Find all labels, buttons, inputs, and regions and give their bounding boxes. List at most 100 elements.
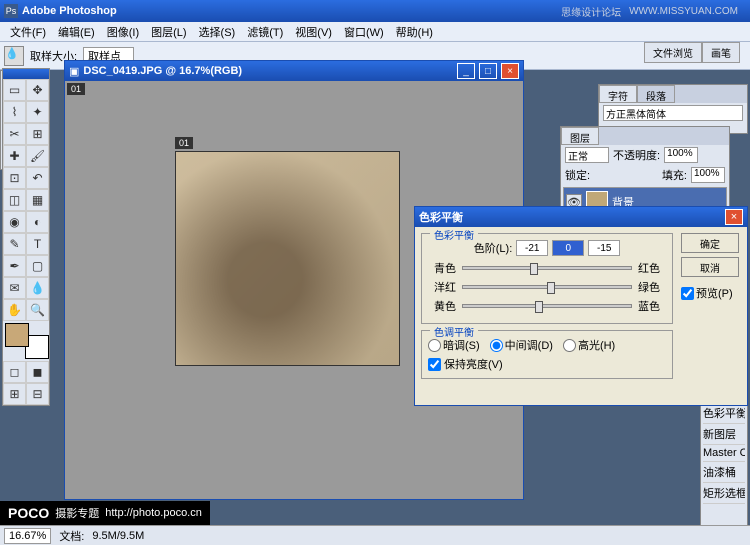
doc-tag-outer: 01: [67, 83, 85, 95]
font-select[interactable]: 方正黑体简体: [603, 105, 743, 121]
menu-view[interactable]: 视图(V): [289, 22, 338, 42]
levels-label: 色阶(L):: [474, 240, 513, 256]
foreground-color[interactable]: [5, 323, 29, 347]
tab-character[interactable]: 字符: [599, 85, 637, 103]
group2-legend: 色调平衡: [430, 324, 478, 339]
color-swatch[interactable]: [5, 323, 49, 359]
dodge-tool[interactable]: ◐: [26, 211, 49, 233]
cancel-button[interactable]: 取消: [681, 257, 739, 277]
menu-filter[interactable]: 滤镜(T): [241, 22, 289, 42]
menu-help[interactable]: 帮助(H): [390, 22, 439, 42]
preview-checkbox[interactable]: [681, 287, 694, 300]
toolbox: ▭ ✥ ⌇ ✦ ✂ ⊞ ✚ 🖌 ⊡ ↶ ◫ ▦ ◉ ◐ ✎ T ✒ ▢ ✉ 💧 …: [2, 68, 50, 406]
brush-tool[interactable]: 🖌: [26, 145, 49, 167]
slice-tool[interactable]: ⊞: [26, 123, 49, 145]
shape-tool[interactable]: ▢: [26, 255, 49, 277]
shadows-radio[interactable]: 暗调(S): [428, 337, 480, 353]
image-canvas[interactable]: [175, 151, 400, 366]
ok-button[interactable]: 确定: [681, 233, 739, 253]
zoom-tool[interactable]: 🔍: [26, 299, 49, 321]
color-balance-group: 色彩平衡 色阶(L): 青色 红色 洋红 绿色: [421, 233, 673, 324]
lock-label: 锁定:: [565, 167, 590, 183]
gradient-tool[interactable]: ▦: [26, 189, 49, 211]
maximize-button[interactable]: □: [479, 63, 497, 79]
menu-window[interactable]: 窗口(W): [338, 22, 390, 42]
option-tabs: 文件浏览 画笔: [644, 42, 740, 63]
eyedropper-icon: 💧: [4, 46, 24, 66]
menu-layer[interactable]: 图层(L): [145, 22, 192, 42]
minimize-button[interactable]: _: [457, 63, 475, 79]
stamp-tool[interactable]: ⊡: [3, 167, 26, 189]
app-icon: Ps: [4, 4, 18, 18]
midtones-radio[interactable]: 中间调(D): [490, 337, 553, 353]
preserve-label: 保持亮度(V): [444, 356, 503, 372]
history-brush-tool[interactable]: ↶: [26, 167, 49, 189]
standard-mode[interactable]: ◻: [3, 361, 26, 383]
notes-tool[interactable]: ✉: [3, 277, 26, 299]
level-3-input[interactable]: [588, 240, 620, 256]
dialog-close-button[interactable]: ×: [725, 209, 743, 225]
zoom-display[interactable]: 16.67%: [4, 528, 51, 544]
preserve-luminosity-checkbox[interactable]: [428, 358, 441, 371]
opacity-input[interactable]: 100%: [664, 147, 698, 163]
history-item[interactable]: 新图层: [703, 424, 745, 445]
cyan-red-slider[interactable]: [462, 266, 632, 270]
type-tool[interactable]: T: [26, 233, 49, 255]
magenta-green-slider[interactable]: [462, 285, 632, 289]
doc-tag-inner: 01: [175, 137, 193, 149]
history-item[interactable]: 油漆桶: [703, 462, 745, 483]
path-tool[interactable]: ✎: [3, 233, 26, 255]
watermark-url: WWW.MISSYUAN.COM: [629, 6, 738, 17]
eraser-tool[interactable]: ◫: [3, 189, 26, 211]
tab-brush[interactable]: 画笔: [702, 42, 740, 63]
menu-edit[interactable]: 编辑(E): [52, 22, 101, 42]
yellow-blue-slider[interactable]: [462, 304, 632, 308]
level-2-input[interactable]: [552, 240, 584, 256]
menubar: 文件(F) 编辑(E) 图像(I) 图层(L) 选择(S) 滤镜(T) 视图(V…: [0, 22, 750, 42]
cyan-label: 青色: [428, 260, 456, 276]
lasso-tool[interactable]: ⌇: [3, 101, 26, 123]
document-titlebar[interactable]: ▣ DSC_0419.JPG @ 16.7%(RGB) _ □ ×: [65, 61, 523, 81]
tab-file-browse[interactable]: 文件浏览: [644, 42, 702, 63]
group1-legend: 色彩平衡: [430, 227, 478, 242]
poco-url: http://photo.poco.cn: [105, 507, 202, 519]
menu-file[interactable]: 文件(F): [4, 22, 52, 42]
crop-tool[interactable]: ✂: [3, 123, 26, 145]
statusbar: 16.67% 文档: 9.5M/9.5M: [0, 525, 750, 545]
opacity-label: 不透明度:: [613, 147, 660, 163]
tone-balance-group: 色调平衡 暗调(S) 中间调(D) 高光(H) 保持亮度(V): [421, 330, 673, 379]
move-tool[interactable]: ✥: [26, 79, 49, 101]
heal-tool[interactable]: ✚: [3, 145, 26, 167]
toolbox-header[interactable]: [3, 69, 49, 79]
doc-size-value: 9.5M/9.5M: [92, 530, 144, 542]
quickmask-mode[interactable]: ◼: [26, 361, 49, 383]
dialog-titlebar[interactable]: 色彩平衡 ×: [415, 207, 747, 227]
eyedropper-tool[interactable]: 💧: [26, 277, 49, 299]
poco-watermark: POCO 摄影专题 http://photo.poco.cn: [0, 501, 210, 525]
blend-mode-select[interactable]: 正常: [565, 147, 609, 163]
color-balance-dialog: 色彩平衡 × 色彩平衡 色阶(L): 青色 红色 洋红: [414, 206, 748, 406]
menu-select[interactable]: 选择(S): [193, 22, 242, 42]
history-item[interactable]: 矩形选框: [703, 483, 745, 504]
green-label: 绿色: [638, 279, 666, 295]
menu-image[interactable]: 图像(I): [101, 22, 145, 42]
magenta-label: 洋红: [428, 279, 456, 295]
wand-tool[interactable]: ✦: [26, 101, 49, 123]
hand-tool[interactable]: ✋: [3, 299, 26, 321]
pen-tool[interactable]: ✒: [3, 255, 26, 277]
poco-logo: POCO: [8, 505, 49, 521]
layers-panel: 图层 正常 不透明度: 100% 锁定: 填充: 100% 👁 背景: [560, 126, 730, 216]
highlights-radio[interactable]: 高光(H): [563, 337, 615, 353]
tab-layers[interactable]: 图层: [561, 127, 599, 145]
fill-input[interactable]: 100%: [691, 167, 725, 183]
tab-paragraph[interactable]: 段落: [637, 85, 675, 103]
close-button[interactable]: ×: [501, 63, 519, 79]
yellow-label: 黄色: [428, 298, 456, 314]
marquee-tool[interactable]: ▭: [3, 79, 26, 101]
blur-tool[interactable]: ◉: [3, 211, 26, 233]
level-1-input[interactable]: [516, 240, 548, 256]
screen-mode-2[interactable]: ⊟: [26, 383, 49, 405]
history-item[interactable]: 色彩平衡: [703, 403, 745, 424]
screen-mode-1[interactable]: ⊞: [3, 383, 26, 405]
history-item[interactable]: Master C: [703, 445, 745, 462]
